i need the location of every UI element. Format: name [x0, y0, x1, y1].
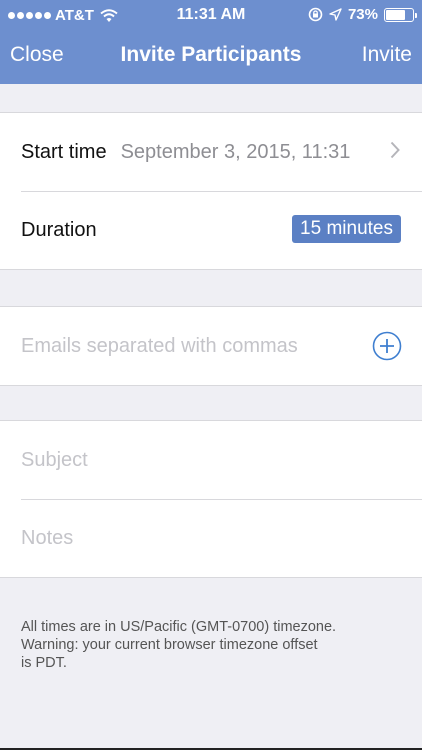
emails-group: Emails separated with commas: [0, 306, 422, 386]
subject-row[interactable]: Subject: [0, 421, 422, 499]
battery-icon: [384, 7, 417, 22]
subject-input[interactable]: Subject: [21, 449, 88, 472]
emails-input[interactable]: Emails separated with commas: [21, 335, 298, 358]
battery-percent: 73%: [347, 6, 378, 23]
schedule-group: Start time September 3, 2015, 11:31 Dura…: [0, 112, 422, 270]
location-arrow-icon: [329, 8, 342, 21]
page-title: Invite Participants: [120, 43, 302, 66]
timezone-note-line-3: is PDT.: [21, 655, 67, 671]
duration-row[interactable]: Duration 15 minutes: [0, 191, 422, 269]
chevron-right-icon: [390, 141, 400, 159]
start-time-value: September 3, 2015, 11:31: [120, 140, 351, 163]
invite-button[interactable]: Invite: [362, 43, 412, 67]
battery-level: [386, 9, 405, 20]
add-participant-icon[interactable]: [372, 331, 402, 361]
duration-label: Duration: [21, 218, 97, 241]
timezone-note: All times are in US/Pacific (GMT-0700) t…: [21, 618, 401, 672]
navigation-bar: Close Invite Participants Invite: [0, 30, 422, 84]
timezone-note-line-1: All times are in US/Pacific (GMT-0700) t…: [21, 619, 337, 635]
emails-row[interactable]: Emails separated with commas: [0, 307, 422, 385]
start-time-label: Start time: [21, 140, 107, 163]
timezone-note-line-2: Warning: your current browser timezone o…: [21, 637, 318, 653]
rotation-lock-icon: [308, 7, 323, 22]
status-indicators: 73%: [308, 6, 417, 23]
duration-value-badge[interactable]: 15 minutes: [292, 215, 401, 243]
start-time-row[interactable]: Start time September 3, 2015, 11:31: [0, 113, 422, 191]
status-bar: AT&T 11:31 AM 73%: [0, 0, 422, 30]
message-group: Subject Notes: [0, 420, 422, 578]
app-header: AT&T 11:31 AM 73% Close Invite Participa…: [0, 0, 422, 84]
notes-input[interactable]: Notes: [21, 527, 73, 550]
notes-row[interactable]: Notes: [0, 499, 422, 577]
